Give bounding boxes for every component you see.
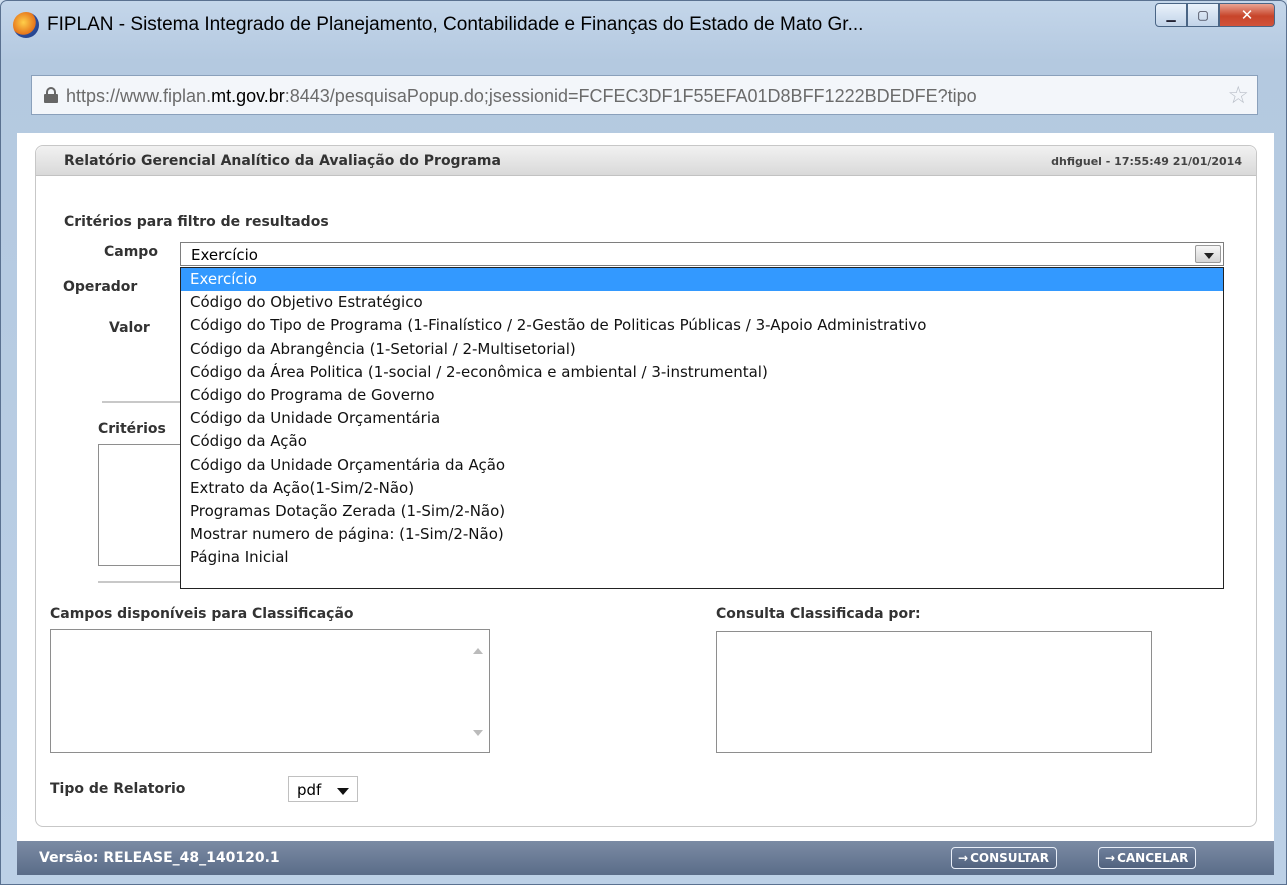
- window-title: FIPLAN - Sistema Integrado de Planejamen…: [47, 14, 864, 35]
- page-title: Relatório Gerencial Analítico da Avaliaç…: [64, 153, 501, 169]
- available-fields-list[interactable]: [50, 629, 490, 753]
- arrow-right-icon: →: [958, 851, 969, 865]
- minimize-icon: ▁: [1166, 8, 1176, 22]
- dropdown-option[interactable]: Código da Área Politica (1-social / 2-ec…: [181, 361, 1223, 384]
- cancelar-button[interactable]: → CANCELAR: [1098, 847, 1197, 869]
- version-text: Versão: RELEASE_48_140120.1: [39, 850, 280, 866]
- dropdown-option[interactable]: Código do Objetivo Estratégico: [181, 291, 1223, 314]
- dropdown-option[interactable]: Código da Abrangência (1-Setorial / 2-Mu…: [181, 338, 1223, 361]
- close-button[interactable]: ✕: [1219, 3, 1275, 27]
- criterios-label: Critérios: [98, 421, 166, 437]
- address-bar[interactable]: https://www.fiplan.mt.gov.br:8443/pesqui…: [31, 75, 1258, 115]
- report-type-select[interactable]: pdf: [288, 776, 358, 802]
- panel-header: Relatório Gerencial Analítico da Avaliaç…: [36, 146, 1256, 176]
- filter-section-label: Critérios para filtro de resultados: [64, 214, 329, 230]
- campo-select-value: Exercício: [191, 246, 258, 264]
- sorted-fields-list[interactable]: [716, 631, 1152, 753]
- report-type-label: Tipo de Relatorio: [50, 781, 186, 797]
- title-bar: FIPLAN - Sistema Integrado de Planejamen…: [1, 1, 1287, 51]
- lock-icon: [44, 87, 58, 103]
- valor-label: Valor: [109, 320, 150, 336]
- url-text[interactable]: https://www.fiplan.mt.gov.br:8443/pesqui…: [66, 86, 977, 107]
- minimize-button[interactable]: ▁: [1155, 3, 1187, 27]
- consultar-label: CONSULTAR: [970, 851, 1049, 865]
- dropdown-option[interactable]: Código da Unidade Orçamentária: [181, 407, 1223, 430]
- dropdown-option[interactable]: Mostrar numero de página: (1-Sim/2-Não): [181, 523, 1223, 546]
- campo-select[interactable]: Exercício: [180, 242, 1224, 266]
- report-panel: Relatório Gerencial Analítico da Avaliaç…: [35, 145, 1257, 827]
- dropdown-option[interactable]: Código do Tipo de Programa (1-Finalístic…: [181, 314, 1223, 337]
- firefox-icon: [13, 12, 39, 38]
- maximize-button[interactable]: ▢: [1187, 3, 1219, 27]
- campo-label: Campo: [104, 244, 158, 260]
- bookmark-star-icon[interactable]: ☆: [1227, 83, 1249, 107]
- footer-bar: Versão: RELEASE_48_140120.1 → CONSULTAR →…: [17, 841, 1274, 875]
- available-fields-label: Campos disponíveis para Classificação: [50, 606, 354, 622]
- url-prefix: https://www.fiplan.: [66, 86, 212, 106]
- campo-dropdown-list: Exercício Código do Objetivo Estratégico…: [180, 267, 1224, 589]
- browser-window: FIPLAN - Sistema Integrado de Planejamen…: [0, 0, 1287, 885]
- dropdown-option[interactable]: Código do Programa de Governo: [181, 384, 1223, 407]
- dropdown-option[interactable]: Página Inicial: [181, 546, 1223, 569]
- dropdown-option[interactable]: Código da Unidade Orçamentária da Ação: [181, 454, 1223, 477]
- page-content: Relatório Gerencial Analítico da Avaliaç…: [17, 133, 1274, 871]
- dropdown-option[interactable]: Extrato da Ação(1-Sim/2-Não): [181, 477, 1223, 500]
- sorted-by-label: Consulta Classificada por:: [716, 606, 921, 622]
- close-icon: ✕: [1240, 6, 1254, 24]
- chevron-down-icon: [337, 788, 349, 795]
- window-controls: ▁ ▢ ✕: [1155, 3, 1275, 27]
- chevron-down-icon[interactable]: [1195, 245, 1221, 263]
- consultar-button[interactable]: → CONSULTAR: [951, 847, 1057, 869]
- cancelar-label: CANCELAR: [1117, 851, 1189, 865]
- dropdown-option[interactable]: Programas Dotação Zerada (1-Sim/2-Não): [181, 500, 1223, 523]
- scroll-up-icon[interactable]: [473, 648, 483, 654]
- user-timestamp: dhfiguel - 17:55:49 21/01/2014: [1051, 155, 1242, 168]
- dropdown-option[interactable]: Exercício: [181, 268, 1223, 292]
- scroll-down-icon[interactable]: [473, 730, 483, 736]
- url-domain: mt.gov.br: [211, 86, 285, 106]
- arrow-right-icon: →: [1105, 851, 1116, 865]
- report-type-value: pdf: [297, 781, 322, 799]
- url-suffix: :8443/pesquisaPopup.do;jsessionid=FCFEC3…: [284, 86, 977, 106]
- dropdown-option[interactable]: Código da Ação: [181, 430, 1223, 453]
- maximize-icon: ▢: [1197, 8, 1209, 22]
- operador-label: Operador: [63, 279, 138, 295]
